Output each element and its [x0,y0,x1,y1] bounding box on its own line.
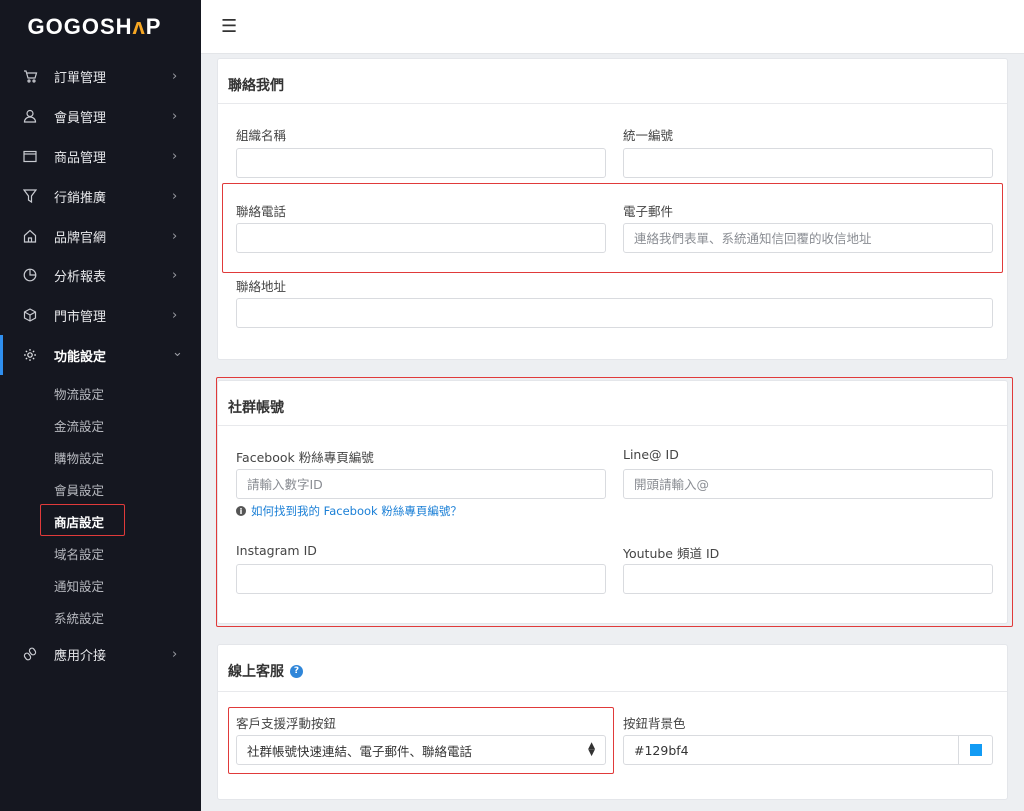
sidebar-item-label: 分析報表 [54,269,107,285]
sidebar-item-integrations[interactable]: 應用介接 › [0,634,201,674]
gogoshop-logo[interactable]: GOGOSH ʌ P [0,0,201,54]
submenu-item-payment[interactable]: 金流設定 [54,416,104,435]
cart-icon [22,68,38,84]
card-title: 聯絡我們 [228,78,284,94]
sidebar-item-members[interactable]: 會員管理 › [0,96,201,136]
submenu-item-system[interactable]: 系統設定 [54,608,104,627]
org-name-input[interactable] [236,148,606,178]
submenu-item-logistics[interactable]: 物流設定 [54,384,104,403]
link-icon [22,646,38,662]
funnel-icon [22,188,38,204]
hamburger-menu-icon[interactable]: ☰ [221,16,237,37]
select-arrows-icon: ▲ ▼ [588,741,595,758]
logo-text-end: P [145,14,162,39]
float-button-value: 社群帳號快速連結、電子郵件、聯絡電話 [247,743,473,759]
social-card: 社群帳號 Facebook 粉絲專頁編號 i 如何找到我的 Facebook 粉… [217,380,1008,624]
gear-icon [22,347,38,363]
box-window-icon [22,148,38,164]
logo-text-main: GOGOSH [27,14,133,39]
sidebar-item-brand-site[interactable]: 品牌官網 › [0,216,201,256]
address-label: 聯絡地址 [236,279,287,294]
facebook-page-label: Facebook 粉絲專頁編號 [236,450,374,465]
support-title-text: 線上客服 [228,664,284,680]
instagram-id-input[interactable] [236,564,606,594]
chevron-right-icon: › [172,68,178,84]
user-icon [22,108,38,124]
button-bg-color-value: #129bf4 [634,742,689,758]
sidebar-item-label: 商品管理 [54,150,107,166]
chevron-right-icon: › [172,267,178,283]
pie-chart-icon [22,267,38,283]
line-id-input[interactable] [623,469,993,499]
sidebar-item-label: 行銷推廣 [54,190,107,206]
sidebar-item-products[interactable]: 商品管理 › [0,136,201,176]
card-divider [218,103,1007,104]
sidebar-item-marketing[interactable]: 行銷推廣 › [0,176,201,216]
card-title: 線上客服? [228,661,303,681]
sidebar-item-orders[interactable]: 訂單管理 › [0,56,201,96]
support-card: 線上客服? 客戶支援浮動按鈕 社群帳號快速連結、電子郵件、聯絡電話 ▲ ▼ 按鈕背… [217,644,1008,800]
color-swatch-icon [969,744,982,756]
chevron-right-icon: › [172,188,178,204]
submenu-item-domain[interactable]: 域名設定 [54,544,104,563]
tax-id-input[interactable] [623,148,993,178]
youtube-id-input[interactable] [623,564,993,594]
phone-input[interactable] [236,223,606,253]
phone-label: 聯絡電話 [236,204,287,219]
org-name-label: 組織名稱 [236,128,287,143]
instagram-id-label: Instagram ID [236,543,317,558]
info-icon: i [236,506,246,516]
sidebar-item-label: 會員管理 [54,110,107,126]
float-button-label: 客戶支援浮動按鈕 [236,716,337,731]
submenu-item-shopping[interactable]: 購物設定 [54,448,104,467]
contact-card: 聯絡我們 組織名稱 統一編號 聯絡電話 電子郵件 聯絡地址 [217,58,1008,360]
line-id-label: Line@ ID [623,447,679,462]
chevron-right-icon: › [172,646,178,662]
sidebar-item-settings[interactable]: 功能設定 ⌄ [0,335,201,375]
sidebar-item-reports[interactable]: 分析報表 › [0,255,201,295]
sidebar-item-label: 訂單管理 [54,70,107,86]
tax-id-label: 統一編號 [623,128,674,143]
sidebar-item-stores[interactable]: 門市管理 › [0,295,201,335]
submenu-item-member[interactable]: 會員設定 [54,480,104,499]
float-button-select[interactable]: 社群帳號快速連結、電子郵件、聯絡電話 ▲ ▼ [236,735,606,765]
top-bar: ☰ [201,0,1024,54]
color-picker-button[interactable] [958,736,992,764]
sidebar-item-label: 門市管理 [54,309,107,325]
facebook-help-text: 如何找到我的 Facebook 粉絲專頁編號？ [251,504,462,518]
button-bg-color-label: 按鈕背景色 [623,716,686,731]
sidebar-item-label: 品牌官網 [54,230,107,246]
highlight-box-store-settings [40,504,125,536]
chevron-down-icon: ⌄ [172,345,183,360]
card-divider [218,691,1007,692]
email-input[interactable] [623,223,993,253]
chevron-right-icon: › [172,148,178,164]
question-icon[interactable]: ? [290,664,303,678]
sidebar-item-label: 功能設定 [54,349,107,365]
chevron-right-icon: › [172,108,178,124]
home-icon [22,228,38,244]
facebook-page-input[interactable] [236,469,606,499]
chevron-right-icon: › [172,307,178,323]
logo-text-accent: ʌ [132,14,146,39]
address-input[interactable] [236,298,993,328]
email-label: 電子郵件 [623,204,674,219]
card-title: 社群帳號 [228,400,284,416]
button-bg-color-input[interactable]: #129bf4 [623,735,993,765]
youtube-id-label: Youtube 頻道 ID [623,546,720,561]
chevron-right-icon: › [172,228,178,244]
submenu-item-notification[interactable]: 通知設定 [54,576,104,595]
cube-icon [22,307,38,323]
facebook-help-link[interactable]: i 如何找到我的 Facebook 粉絲專頁編號？ [236,503,462,519]
sidebar-item-label: 應用介接 [54,648,107,664]
card-divider [218,425,1007,426]
sidebar: GOGOSH ʌ P 訂單管理 › 會員管理 › 商品管理 › 行銷推廣 › 品牌官… [0,0,201,811]
